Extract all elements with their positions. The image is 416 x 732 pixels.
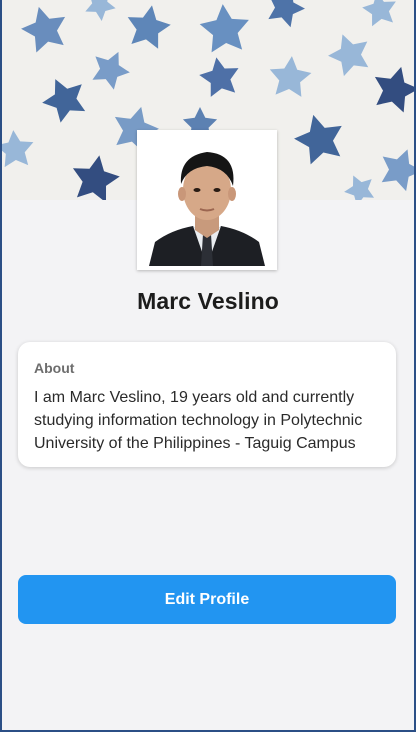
profile-name: Marc Veslino xyxy=(137,288,279,314)
avatar[interactable] xyxy=(137,130,277,270)
edit-profile-button[interactable]: Edit Profile xyxy=(18,575,396,624)
about-title: About xyxy=(34,360,75,376)
about-text: I am Marc Veslino, 19 years old and curr… xyxy=(34,389,363,452)
profile-photo-icon xyxy=(141,134,273,266)
about-card: About I am Marc Veslino, 19 years old an… xyxy=(18,342,396,467)
